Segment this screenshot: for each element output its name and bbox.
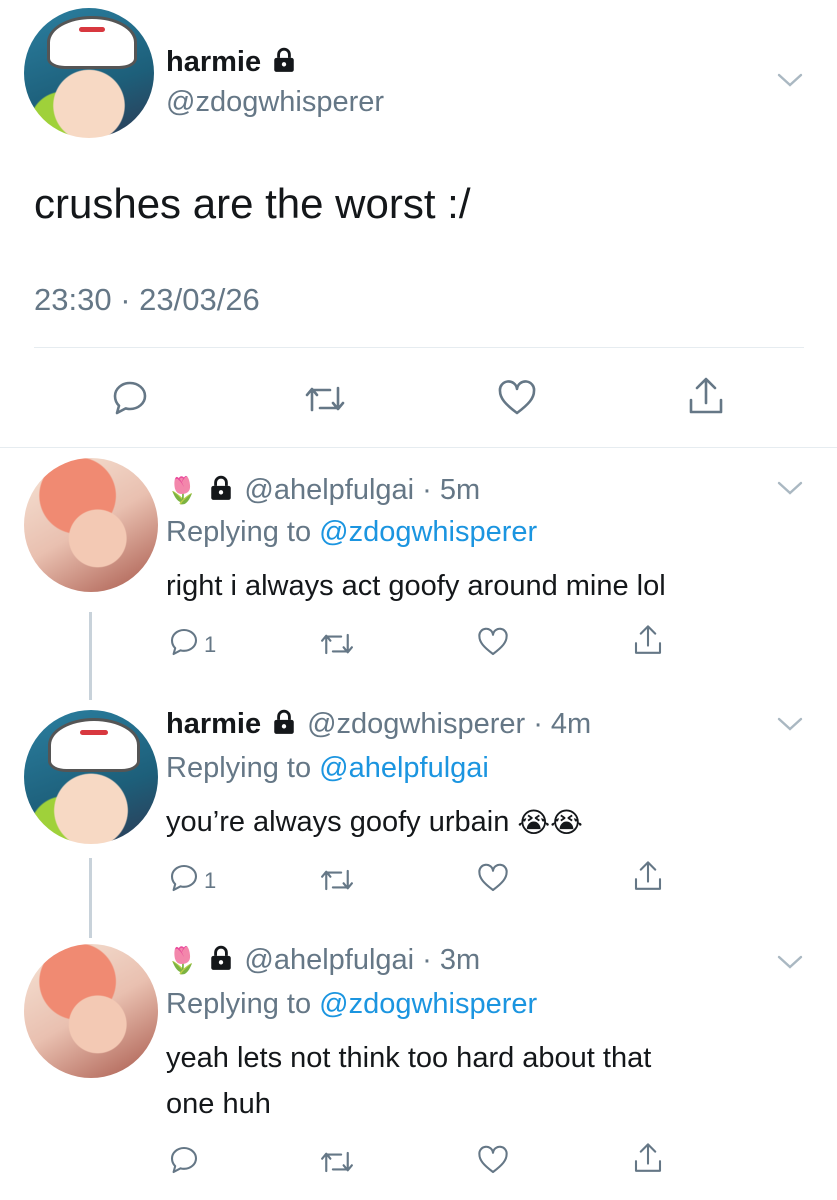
reply-icon[interactable] (110, 378, 150, 423)
display-name[interactable]: harmie (166, 708, 261, 741)
replying-to: Replying to @zdogwhisperer (166, 516, 537, 549)
reply-count: 1 (204, 867, 217, 893)
replying-to-link[interactable]: @ahelpfulgai (319, 752, 489, 784)
like-icon[interactable] (496, 378, 538, 423)
tulip-emoji: 🌷 (166, 475, 199, 505)
retweet-icon[interactable] (318, 1146, 356, 1183)
chevron-down-icon[interactable] (776, 478, 804, 503)
lock-icon (208, 475, 234, 506)
reply-icon[interactable] (168, 1144, 200, 1181)
tweet-timestamp[interactable]: 23:30 · 23/03/26 (34, 282, 260, 318)
retweet-icon[interactable] (318, 628, 356, 665)
lock-icon (208, 945, 234, 976)
share-icon[interactable] (632, 1140, 664, 1181)
share-icon[interactable] (632, 858, 664, 899)
user-handle[interactable]: @ahelpfulgai · 3m (244, 944, 480, 977)
reply-text-line-2: one huh (166, 1088, 271, 1120)
divider (34, 347, 804, 348)
user-handle[interactable]: @zdogwhisperer (166, 86, 384, 119)
reply-text: right i always act goofy around mine lol (166, 570, 666, 602)
reply-icon[interactable] (168, 626, 200, 663)
reply-button[interactable]: 1 (168, 626, 216, 663)
divider (0, 447, 837, 448)
replying-to: Replying to @ahelpfulgai (166, 752, 489, 785)
reply-text-line-1: yeah lets not think too hard about that (166, 1042, 652, 1074)
user-handle[interactable]: @zdogwhisperer · 4m (307, 708, 591, 741)
avatar[interactable] (24, 458, 158, 592)
crying-emoji: 😭😭 (517, 807, 583, 838)
avatar[interactable] (24, 710, 158, 844)
retweet-icon[interactable] (318, 864, 356, 901)
reply-button[interactable]: 1 (168, 862, 216, 899)
avatar[interactable] (24, 944, 158, 1078)
avatar-hat (47, 15, 137, 69)
tweet-text: crushes are the worst :/ (34, 180, 471, 227)
share-icon[interactable] (686, 374, 726, 423)
like-icon[interactable] (476, 626, 510, 663)
replying-to-link[interactable]: @zdogwhisperer (319, 516, 537, 548)
reply-icon[interactable] (168, 862, 200, 899)
lock-icon (271, 709, 297, 740)
replying-label: Replying to (166, 516, 312, 548)
reply-count: 1 (204, 631, 217, 657)
thread-line (89, 858, 92, 938)
replying-label: Replying to (166, 988, 312, 1020)
replying-label: Replying to (166, 752, 312, 784)
display-name[interactable]: harmie (166, 46, 261, 79)
avatar[interactable] (24, 8, 154, 138)
chevron-down-icon[interactable] (776, 70, 804, 95)
chevron-down-icon[interactable] (776, 952, 804, 977)
replying-to: Replying to @zdogwhisperer (166, 988, 537, 1021)
replying-to-link[interactable]: @zdogwhisperer (319, 988, 537, 1020)
tulip-emoji: 🌷 (166, 945, 199, 975)
reply-text: you’re always goofy urbain (166, 806, 510, 838)
like-icon[interactable] (476, 862, 510, 899)
avatar-hat (48, 718, 140, 773)
like-icon[interactable] (476, 1144, 510, 1181)
chevron-down-icon[interactable] (776, 714, 804, 739)
share-icon[interactable] (632, 622, 664, 663)
retweet-icon[interactable] (302, 380, 348, 423)
user-handle[interactable]: @ahelpfulgai · 5m (244, 474, 480, 507)
thread-line (89, 612, 92, 700)
lock-icon (271, 47, 297, 78)
